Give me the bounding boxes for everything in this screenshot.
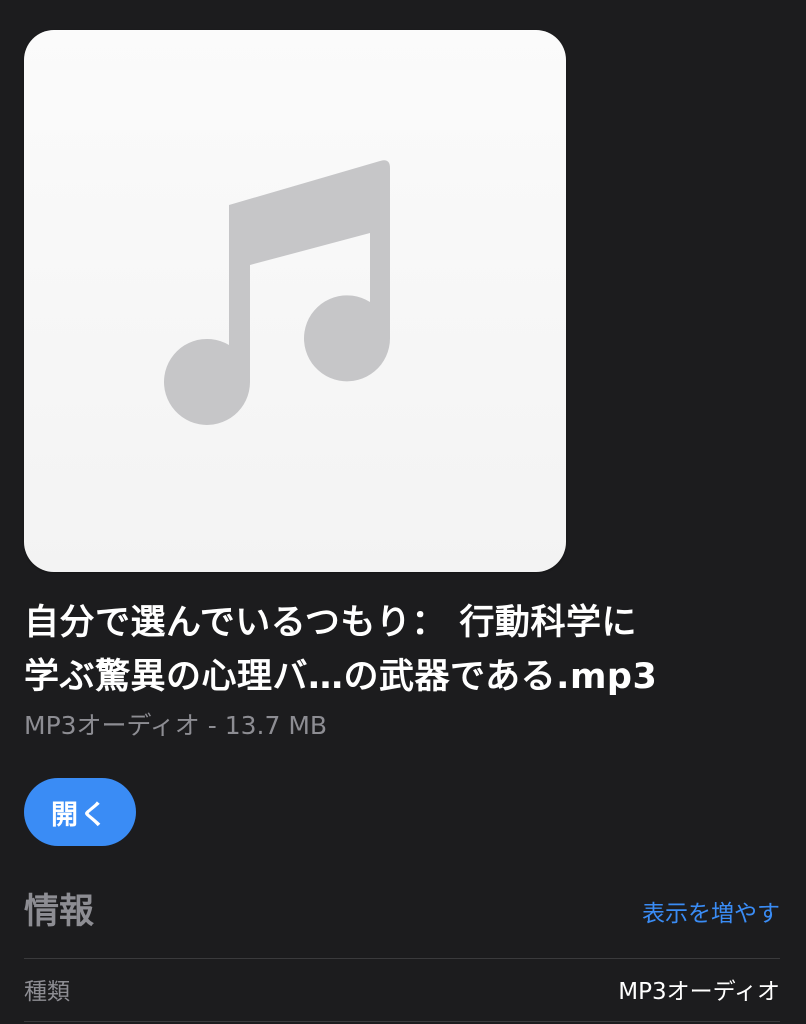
divider	[24, 958, 780, 959]
show-more-link[interactable]: 表示を増やす	[642, 898, 780, 930]
file-type-size: MP3オーディオ - 13.7 MB	[24, 711, 328, 740]
info-row-kind-value: MP3オーディオ	[618, 979, 780, 1005]
divider	[24, 1021, 780, 1022]
open-button[interactable]: 開く	[24, 778, 136, 846]
audio-artwork	[24, 30, 566, 572]
file-title-line-1: 自分で選んでいるつもり： 行動科学に	[24, 603, 638, 643]
info-section-title: 情報	[24, 892, 95, 932]
file-title-line-2: 学ぶ驚異の心理バ…の武器である.mp3	[24, 657, 658, 697]
info-row-kind-label: 種類	[24, 979, 70, 1005]
file-title: 自分で選んでいるつもり： 行動科学に 学ぶ驚異の心理バ…の武器である.mp3	[24, 596, 784, 704]
music-note-icon	[164, 160, 391, 425]
file-preview-page: 自分で選んでいるつもり： 行動科学に 学ぶ驚異の心理バ…の武器である.mp3 M…	[0, 0, 806, 1024]
